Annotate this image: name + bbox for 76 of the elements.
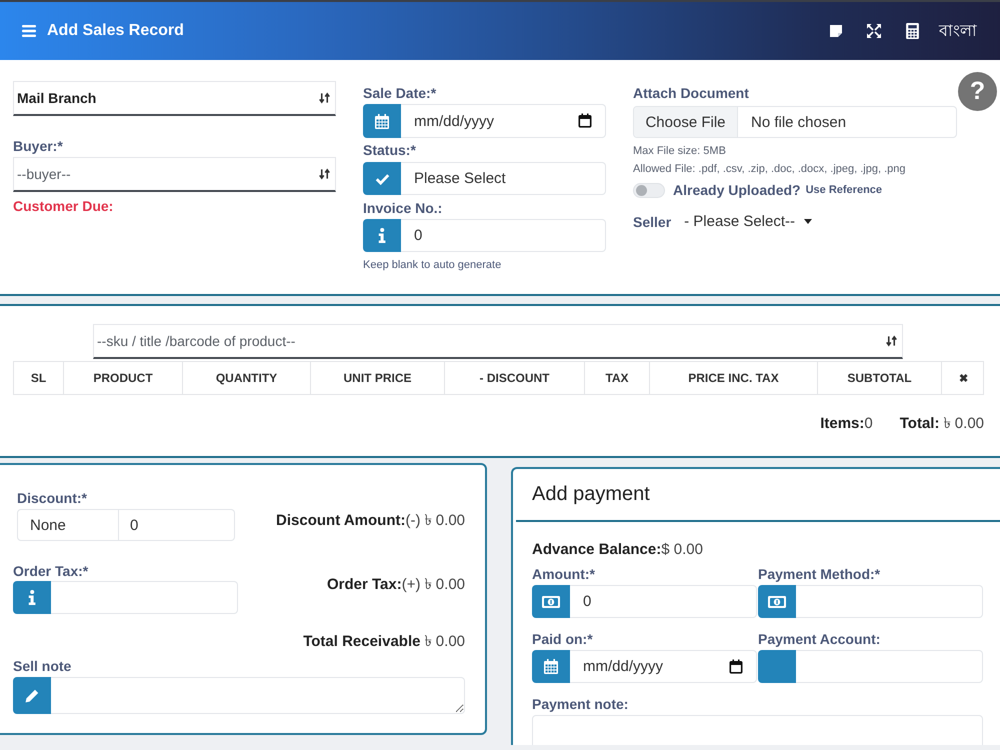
help-button[interactable]: ? — [958, 72, 997, 111]
caret-icon — [804, 219, 812, 224]
invoice-number-label: Invoice No.: — [363, 200, 444, 216]
sort-icon — [319, 168, 330, 180]
sale-date-label: Sale Date:* — [363, 85, 438, 101]
customer-due-label: Customer Due: — [13, 198, 114, 214]
paid-on-date-field[interactable]: mm/dd/yyyy — [570, 650, 757, 683]
seller-label: Seller — [633, 214, 672, 230]
discount-label: Discount:* — [17, 490, 88, 506]
invoice-number-field[interactable]: 0 — [401, 219, 606, 252]
payment-method-label: Payment Method:* — [758, 566, 882, 582]
branch-select[interactable]: Mail Branch — [13, 81, 336, 116]
amount-label: Amount:* — [532, 566, 596, 582]
product-search-select[interactable]: --sku / title /barcode of product-- — [93, 324, 903, 359]
total-text: Total: ৳ 0.00 — [900, 415, 984, 433]
sell-note-label: Sell note — [13, 658, 72, 674]
account-addon — [758, 650, 796, 683]
page-title: Add Sales Record — [47, 22, 184, 40]
discount-type-select[interactable]: None — [17, 509, 119, 541]
calculator-icon[interactable] — [906, 23, 919, 39]
discount-value-field[interactable]: 0 — [119, 509, 235, 541]
items-count-text: Items:0 — [820, 415, 873, 433]
toggle-switch[interactable] — [633, 182, 665, 198]
buyer-label: Buyer:* — [13, 138, 64, 154]
order-tax-amount-text: Order Tax:(+) ৳ 0.00 — [326, 576, 465, 594]
discount-amount-text: Discount Amount:(-) ৳ 0.00 — [276, 512, 465, 530]
table-header-cell: PRICE INC. TAX — [649, 362, 817, 394]
check-icon — [363, 162, 401, 195]
advance-balance-text: Advance Balance:$ 0.00 — [532, 541, 704, 559]
table-header-cell: ✖ — [941, 362, 985, 394]
sell-note-field[interactable] — [51, 677, 465, 714]
menu-icon[interactable] — [22, 25, 36, 37]
banknote-icon — [758, 585, 796, 618]
use-reference-text: Use Reference — [806, 184, 882, 196]
payment-note-label: Payment note: — [532, 696, 630, 712]
attach-document-label: Attach Document — [633, 85, 750, 101]
pencil-icon — [13, 677, 51, 714]
info-icon — [363, 219, 401, 252]
calendar-icon[interactable] — [729, 658, 743, 674]
payment-title: Add payment — [532, 483, 650, 506]
calendar-icon — [532, 650, 570, 683]
status-select[interactable]: Please Select — [401, 162, 606, 195]
table-header-cell: QUANTITY — [182, 362, 310, 394]
invoice-hint-text: Keep blank to auto generate — [363, 259, 502, 272]
file-status-text: No file chosen — [750, 112, 846, 132]
info-icon — [13, 581, 51, 614]
table-header-cell: UNIT PRICE — [310, 362, 444, 394]
already-uploaded-label: Already Uploaded? — [673, 182, 801, 198]
table-header-cell: PRODUCT — [63, 362, 182, 394]
buyer-select[interactable]: --buyer-- — [13, 157, 336, 192]
table-header-cell: TAX — [584, 362, 649, 394]
expand-icon[interactable] — [867, 24, 881, 38]
choose-file-button[interactable]: Choose File — [634, 107, 738, 137]
file-input[interactable]: Choose File No file chosen — [633, 106, 957, 138]
table-header-cell: SUBTOTAL — [817, 362, 941, 394]
sticky-note-icon[interactable] — [829, 24, 843, 38]
payment-account-label: Payment Account: — [758, 631, 882, 647]
sort-icon — [886, 335, 897, 347]
amount-field[interactable]: 0 — [570, 585, 757, 618]
table-header-cell-text: SL — [30, 370, 48, 387]
total-receivable-text: Total Receivable ৳ 0.00 — [303, 633, 465, 651]
payment-note-field[interactable] — [532, 715, 983, 745]
seller-dropdown[interactable]: - Please Select-- — [684, 213, 812, 230]
banknote-icon — [532, 585, 570, 618]
paid-on-label: Paid on:* — [532, 631, 594, 647]
calendar-icon — [363, 104, 401, 138]
status-label: Status:* — [363, 142, 417, 158]
order-tax-label: Order Tax:* — [13, 563, 90, 579]
sale-date-field[interactable]: mm/dd/yyyy — [401, 104, 606, 138]
language-link[interactable]: বাংলা — [939, 18, 977, 44]
file-note-text: Max File size: 5MB — [633, 145, 727, 158]
table-header-cell: - DISCOUNT — [444, 362, 584, 394]
sort-icon — [319, 92, 330, 104]
file-note-text: Allowed File: .pdf, .csv, .zip, .doc, .docx, .jpeg, .jpg, .png — [633, 163, 906, 176]
order-tax-field[interactable] — [51, 581, 238, 614]
calendar-icon[interactable] — [578, 113, 592, 128]
